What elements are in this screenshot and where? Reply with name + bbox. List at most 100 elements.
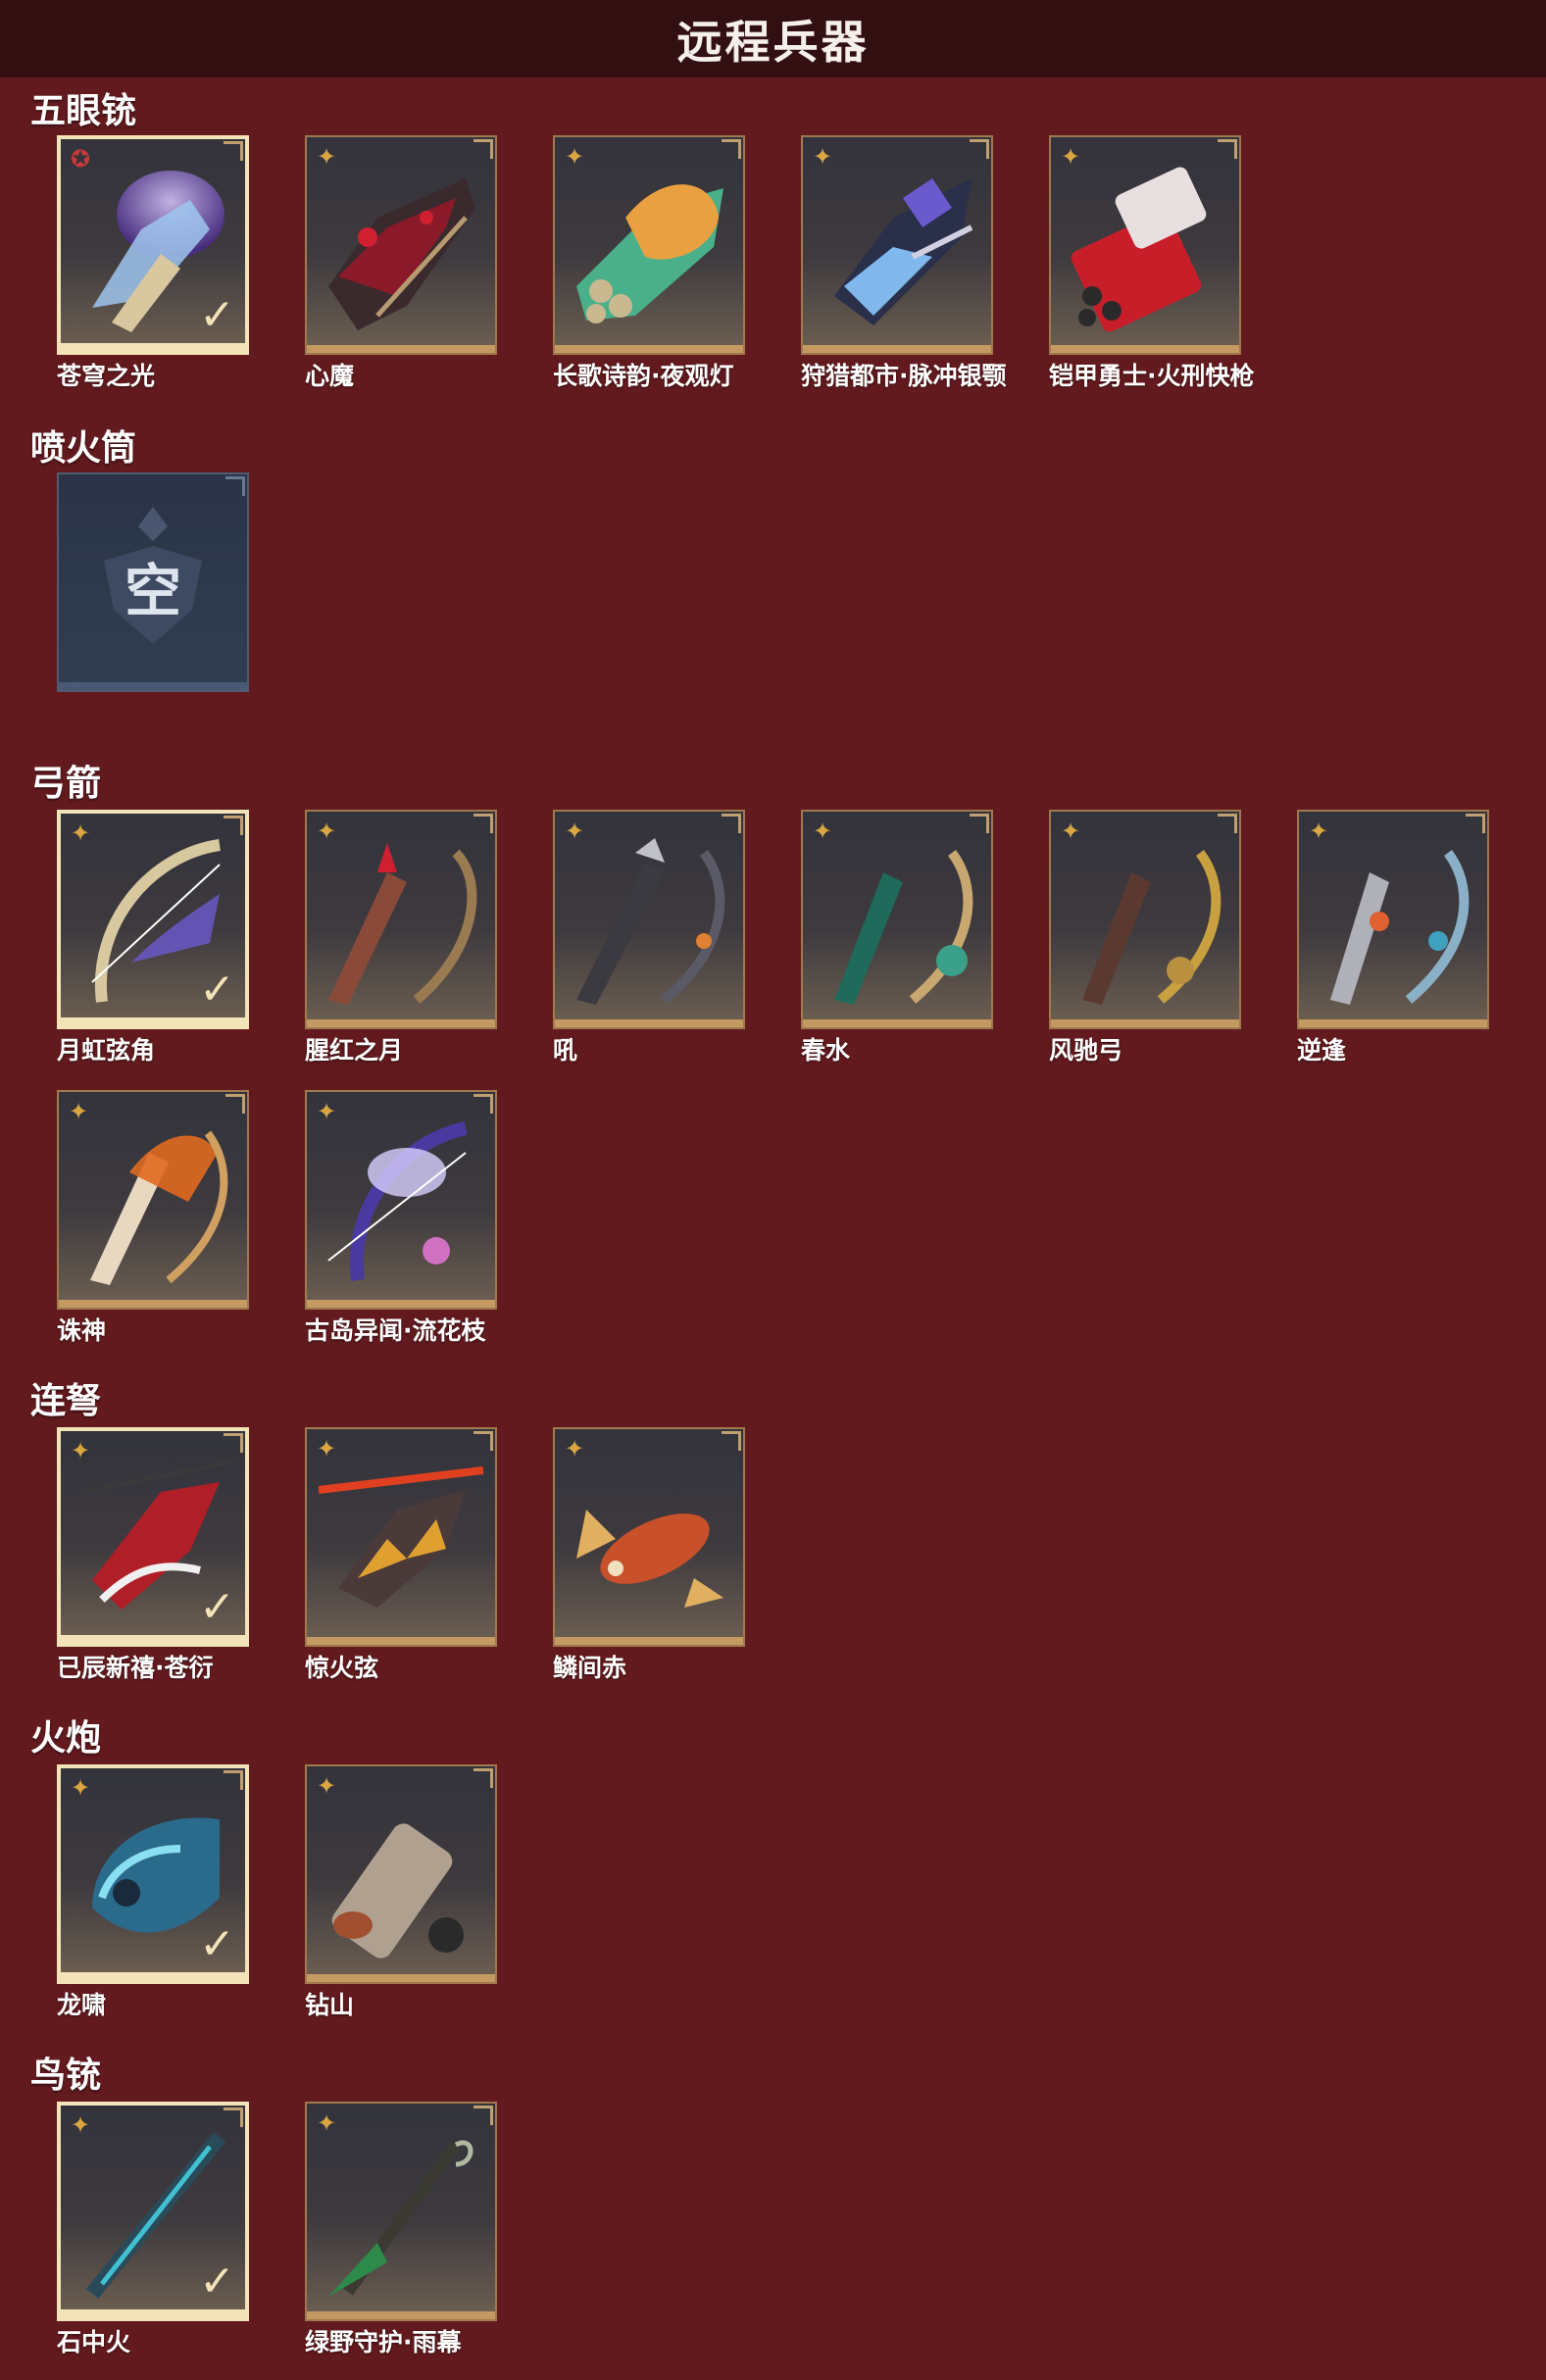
- weapon-name: 风驰弓: [1049, 1036, 1123, 1065]
- weapon-frame: ✦: [305, 2102, 497, 2321]
- corner-tab-icon: [970, 139, 989, 159]
- checkmark-icon: ✓: [199, 2256, 235, 2306]
- corner-tab-icon: [722, 814, 741, 833]
- corner-tab-icon: [722, 139, 741, 159]
- weapon-frame: ✦: [305, 1764, 497, 1984]
- corner-tab-icon: [474, 1768, 493, 1788]
- weapon-name: 绿野守护·雨幕: [305, 2328, 462, 2356]
- weapon-card[interactable]: ✦ 风驰弓: [1049, 810, 1241, 1066]
- weapon-card[interactable]: ✦ 长歌诗韵·夜观灯: [553, 135, 745, 392]
- weapon-frame: ✦ ✓: [57, 1764, 249, 1984]
- section-title-wuyanchong: 五眼铳: [30, 91, 137, 131]
- weapon-name: 铠甲勇士·火刑快枪: [1049, 362, 1255, 390]
- corner-tab-icon: [224, 1433, 243, 1453]
- page-header: 远程兵器: [0, 0, 1546, 77]
- weapon-card[interactable]: ✦ ✓ 月虹弦角: [57, 810, 249, 1066]
- section-title-penhuotong: 喷火筒: [30, 428, 137, 469]
- corner-tab-icon: [224, 1770, 243, 1790]
- checkmark-icon: ✓: [199, 1582, 235, 1632]
- weapon-frame: ✦: [305, 1090, 497, 1310]
- corner-tab-icon: [474, 1431, 493, 1451]
- weapon-name: 惊火弦: [305, 1654, 379, 1682]
- weapon-art: [328, 2140, 474, 2297]
- weapon-frame: ✦ ✓: [57, 1427, 249, 1647]
- weapon-frame: ✦: [1049, 135, 1241, 355]
- corner-tab-icon: [1466, 814, 1485, 833]
- weapon-art: [328, 178, 475, 330]
- corner-tab-icon: [474, 2106, 493, 2125]
- weapon-art: [1071, 167, 1207, 332]
- weapon-card[interactable]: ✦ 狩猎都市·脉冲银颚: [801, 135, 1007, 392]
- weapon-art: [331, 1823, 464, 1959]
- checkmark-icon: ✓: [199, 965, 235, 1015]
- corner-tab-icon: [722, 1431, 741, 1451]
- weapon-card[interactable]: ✦ 诛神: [57, 1090, 249, 1347]
- empty-slot[interactable]: 空: [57, 472, 249, 692]
- weapon-name: 苍穹之光: [57, 362, 156, 390]
- empty-label: 空: [124, 558, 181, 624]
- weapon-frame: ✦: [305, 1427, 497, 1647]
- weapon-frame: ✪ ✓: [57, 135, 249, 355]
- weapon-card[interactable]: ✦ 铠甲勇士·火刑快枪: [1049, 135, 1255, 392]
- weapon-frame: ✦: [801, 810, 993, 1029]
- weapon-frame: ✦: [553, 810, 745, 1029]
- empty-frame: 空: [57, 472, 249, 692]
- corner-tab-icon: [224, 816, 243, 835]
- corner-tab-icon: [1218, 139, 1237, 159]
- weapon-name: 钻山: [305, 1991, 355, 2019]
- weapon-card[interactable]: ✦ 惊火弦: [305, 1427, 497, 1684]
- weapon-art: [1330, 850, 1470, 1005]
- page-title: 远程兵器: [676, 15, 870, 69]
- weapon-art: [834, 178, 973, 325]
- weapon-art: [576, 184, 723, 323]
- weapon-name: 逆逢: [1297, 1036, 1347, 1065]
- corner-tab-icon: [474, 1094, 493, 1114]
- weapon-frame: ✦: [305, 810, 497, 1029]
- weapon-frame: ✦: [553, 135, 745, 355]
- section-title-huopao: 火炮: [30, 1718, 102, 1759]
- section-title-niaochong: 鸟铳: [30, 2056, 102, 2096]
- weapon-frame: ✦: [57, 1090, 249, 1310]
- corner-tab-icon: [474, 139, 493, 159]
- section-title-gongjian: 弓箭: [30, 764, 102, 804]
- weapon-art: [576, 1510, 723, 1608]
- weapon-name: 狩猎都市·脉冲银颚: [801, 362, 1007, 390]
- corner-tab-icon: [225, 476, 245, 496]
- weapon-card[interactable]: ✦ 钻山: [305, 1764, 497, 2021]
- weapon-card[interactable]: ✦ 心魔: [305, 135, 497, 392]
- weapon-name: 诛神: [57, 1316, 107, 1345]
- weapon-name: 腥红之月: [305, 1036, 404, 1065]
- weapon-card[interactable]: ✦ 古岛异闻·流花枝: [305, 1090, 497, 1347]
- weapon-name: 心魔: [305, 362, 355, 390]
- weapon-card[interactable]: ✪ ✓ 苍穹之光: [57, 135, 249, 392]
- weapon-name: 龙啸: [57, 1991, 107, 2019]
- weapon-art: [576, 838, 725, 1005]
- weapon-card[interactable]: ✦ ✓ 龙啸: [57, 1764, 249, 2021]
- corner-tab-icon: [970, 814, 989, 833]
- corner-tab-icon: [225, 1094, 245, 1114]
- weapon-name: 长歌诗韵·夜观灯: [553, 362, 734, 390]
- weapon-frame: ✦: [1049, 810, 1241, 1029]
- weapon-frame: ✦ ✓: [57, 810, 249, 1029]
- corner-tab-icon: [224, 141, 243, 161]
- weapon-card[interactable]: ✦ 鳞间赤: [553, 1427, 745, 1684]
- weapon-name: 古岛异闻·流花枝: [305, 1316, 486, 1345]
- weapon-card[interactable]: ✦ 腥红之月: [305, 810, 497, 1066]
- weapon-art: [327, 1121, 468, 1281]
- section-title-liannu: 连弩: [30, 1381, 102, 1421]
- weapon-frame: ✦: [1297, 810, 1489, 1029]
- weapon-card[interactable]: ✦ 逆逢: [1297, 810, 1489, 1066]
- weapon-card[interactable]: ✦ ✓ 已辰新禧·苍衍: [57, 1427, 249, 1684]
- weapon-card[interactable]: ✦ ✓ 石中火: [57, 2102, 249, 2358]
- weapon-name: 春水: [801, 1036, 851, 1065]
- checkmark-icon: ✓: [199, 1919, 235, 1969]
- weapon-card[interactable]: ✦ 春水: [801, 810, 993, 1066]
- weapon-name: 鳞间赤: [553, 1654, 627, 1682]
- weapon-frame: ✦: [801, 135, 993, 355]
- weapon-frame: ✦: [305, 135, 497, 355]
- weapon-card[interactable]: ✦ 吼: [553, 810, 745, 1066]
- weapon-art: [328, 843, 477, 1005]
- weapon-card[interactable]: ✦ 绿野守护·雨幕: [305, 2102, 497, 2358]
- checkmark-icon: ✓: [199, 290, 235, 340]
- weapon-name: 月虹弦角: [57, 1036, 156, 1065]
